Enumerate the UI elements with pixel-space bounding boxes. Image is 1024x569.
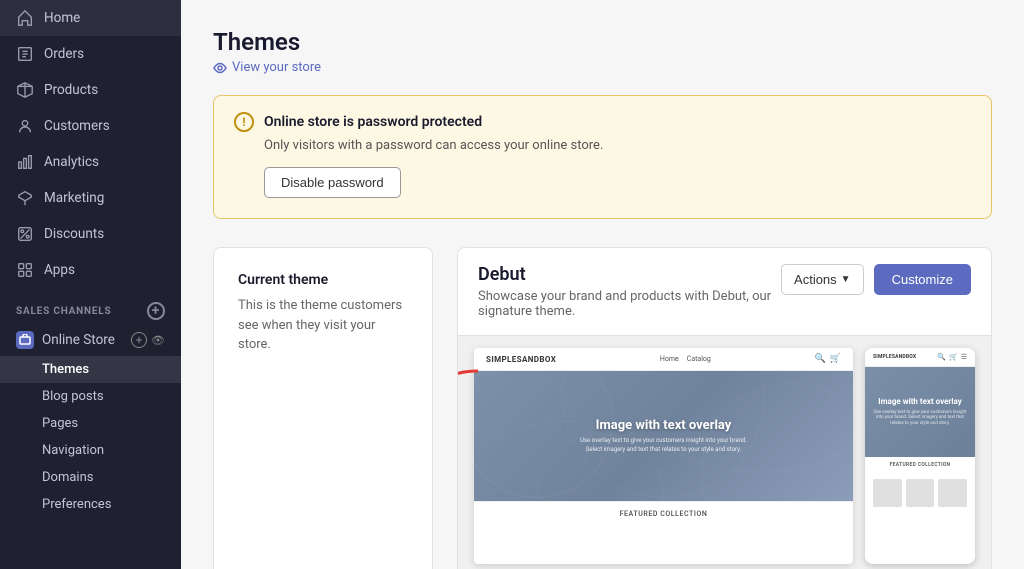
customize-button[interactable]: Customize: [874, 264, 971, 295]
mobile-nav: SIMPLESANDBOX 🔍 🛒 ☰: [865, 348, 975, 367]
sub-menu: Themes Blog posts Pages Navigation Domai…: [0, 356, 181, 518]
chevron-down-icon: ▼: [841, 274, 851, 285]
search-icon: 🔍: [815, 354, 826, 364]
theme-info: Debut Showcase your brand and products w…: [478, 264, 778, 319]
mobile-collection-label: FEATURED COLLECTION: [865, 457, 975, 473]
mobile-hero-subtext: Use overlay text to give your customers …: [871, 410, 969, 428]
customers-icon: [16, 117, 34, 135]
current-theme-card: Current theme This is the theme customer…: [213, 247, 433, 569]
hero-pattern: [474, 371, 853, 501]
online-store-actions: + 👁: [131, 332, 165, 348]
desktop-nav-links: Home Catalog: [660, 355, 711, 363]
theme-mockup-container: SIMPLESANDBOX Home Catalog 🔍 🛒: [458, 336, 991, 569]
sub-item-domains[interactable]: Domains: [0, 464, 181, 491]
warning-header: ! Online store is password protected: [234, 112, 971, 132]
mobile-menu-icon: ☰: [961, 353, 967, 361]
cart-icon: 🛒: [830, 354, 841, 364]
theme-header: Debut Showcase your brand and products w…: [458, 248, 991, 336]
disable-password-button[interactable]: Disable password: [264, 167, 401, 198]
nav-item-home[interactable]: Home: [0, 0, 181, 36]
desktop-nav-icons: 🔍 🛒: [815, 354, 841, 364]
nav-item-customers[interactable]: Customers: [0, 108, 181, 144]
desktop-collection-label: FEATURED COLLECTION: [474, 501, 853, 526]
mobile-hero-text: Image with text overlay: [878, 397, 961, 407]
mobile-hero: Image with text overlay Use overlay text…: [865, 367, 975, 457]
nav-item-marketing[interactable]: Marketing: [0, 180, 181, 216]
sub-item-pages[interactable]: Pages: [0, 410, 181, 437]
mobile-nav-icons: 🔍 🛒 ☰: [937, 353, 967, 361]
desktop-hero-subtext: Use overlay text to give your customers …: [574, 437, 754, 454]
home-icon: [16, 9, 34, 27]
apps-icon: [16, 261, 34, 279]
warning-description: Only visitors with a password can access…: [264, 138, 971, 153]
sub-item-themes[interactable]: Themes: [0, 356, 181, 383]
add-online-store-button[interactable]: +: [131, 332, 147, 348]
password-warning-banner: ! Online store is password protected Onl…: [213, 95, 992, 219]
desktop-hero: Image with text overlay Use overlay text…: [474, 371, 853, 501]
actions-dropdown-button[interactable]: Actions ▼: [781, 264, 864, 295]
theme-name: Debut: [478, 264, 778, 285]
products-icon: [16, 81, 34, 99]
desktop-hero-text: Image with text overlay: [596, 418, 732, 433]
online-store-item[interactable]: Online Store + 👁: [0, 324, 181, 356]
eye-icon: [213, 61, 227, 75]
warning-title: Online store is password protected: [264, 114, 482, 130]
mobile-mockup: SIMPLESANDBOX 🔍 🛒 ☰ Image with text over…: [865, 348, 975, 564]
sub-item-navigation[interactable]: Navigation: [0, 437, 181, 464]
online-store-icon: [16, 331, 34, 349]
mobile-products: [865, 473, 975, 513]
online-store-eye-button[interactable]: 👁: [151, 334, 165, 347]
nav-item-analytics[interactable]: Analytics: [0, 144, 181, 180]
analytics-icon: [16, 153, 34, 171]
nav-item-apps[interactable]: Apps: [0, 252, 181, 288]
marketing-icon: [16, 189, 34, 207]
theme-preview-card: Debut Showcase your brand and products w…: [457, 247, 992, 569]
sidebar: Home Orders Products Customers Analytics…: [0, 0, 181, 569]
sub-item-preferences[interactable]: Preferences: [0, 491, 181, 518]
current-theme-description: This is the theme customers see when the…: [238, 296, 408, 355]
main-content: Themes View your store ! Online store is…: [181, 0, 1024, 569]
cards-row: Current theme This is the theme customer…: [213, 247, 992, 569]
orders-icon: [16, 45, 34, 63]
warning-icon: !: [234, 112, 254, 132]
nav-item-orders[interactable]: Orders: [0, 36, 181, 72]
view-store-link[interactable]: View your store: [213, 60, 992, 75]
sub-item-blog-posts[interactable]: Blog posts: [0, 383, 181, 410]
nav-item-discounts[interactable]: Discounts: [0, 216, 181, 252]
discounts-icon: [16, 225, 34, 243]
theme-tagline: Showcase your brand and products with De…: [478, 289, 778, 319]
mobile-brand: SIMPLESANDBOX: [873, 354, 916, 360]
add-channel-button[interactable]: +: [147, 302, 165, 320]
mobile-search-icon: 🔍: [937, 353, 946, 361]
desktop-brand: SIMPLESANDBOX: [486, 355, 556, 364]
nav-item-products[interactable]: Products: [0, 72, 181, 108]
desktop-nav: SIMPLESANDBOX Home Catalog 🔍 🛒: [474, 348, 853, 371]
mobile-cart-icon: 🛒: [949, 353, 958, 361]
page-title: Themes: [213, 28, 992, 56]
theme-actions: Actions ▼ Customize: [781, 264, 971, 295]
sales-channels-label: SALES CHANNELS +: [0, 288, 181, 324]
desktop-mockup: SIMPLESANDBOX Home Catalog 🔍 🛒: [474, 348, 853, 564]
current-theme-title: Current theme: [238, 272, 408, 288]
